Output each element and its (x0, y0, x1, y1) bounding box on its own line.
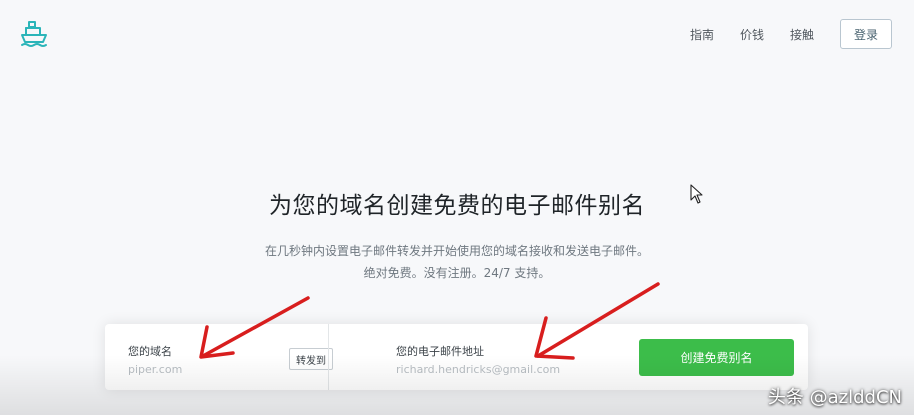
domain-input[interactable] (128, 363, 298, 376)
nav-contact-link[interactable]: 接触 (790, 26, 814, 43)
mouse-cursor-icon (690, 184, 704, 204)
top-nav: 指南 价钱 接触 登录 (690, 18, 892, 50)
email-field-group: 您的电子邮件地址 (396, 324, 626, 390)
email-input[interactable] (396, 363, 616, 376)
hero-subtitle-line-2: 绝对免费。没有注册。24/7 支持。 (363, 266, 551, 280)
login-button[interactable]: 登录 (840, 19, 892, 49)
domain-field-group: 您的域名 (128, 324, 298, 390)
create-alias-button[interactable]: 创建免费别名 (639, 339, 794, 376)
page-title: 为您的域名创建免费的电子邮件别名 (269, 193, 645, 219)
alias-form: 您的域名 转发到 您的电子邮件地址 创建免费别名 (105, 324, 808, 390)
nav-guide-link[interactable]: 指南 (690, 26, 714, 43)
nav-pricing-link[interactable]: 价钱 (740, 26, 764, 43)
hero-subtitle-line-1: 在几秒钟内设置电子邮件转发并开始使用您的域名接收和发送电子邮件。 (264, 244, 649, 258)
ship-logo-icon[interactable] (18, 18, 50, 50)
forward-to-tag: 转发到 (289, 348, 333, 370)
email-label: 您的电子邮件地址 (396, 345, 484, 358)
watermark-text: 头条 @azlddCN (767, 387, 902, 408)
domain-label: 您的域名 (128, 345, 172, 358)
hero-subtitle: 在几秒钟内设置电子邮件转发并开始使用您的域名接收和发送电子邮件。 绝对免费。没有… (0, 240, 914, 284)
field-divider (328, 324, 329, 390)
